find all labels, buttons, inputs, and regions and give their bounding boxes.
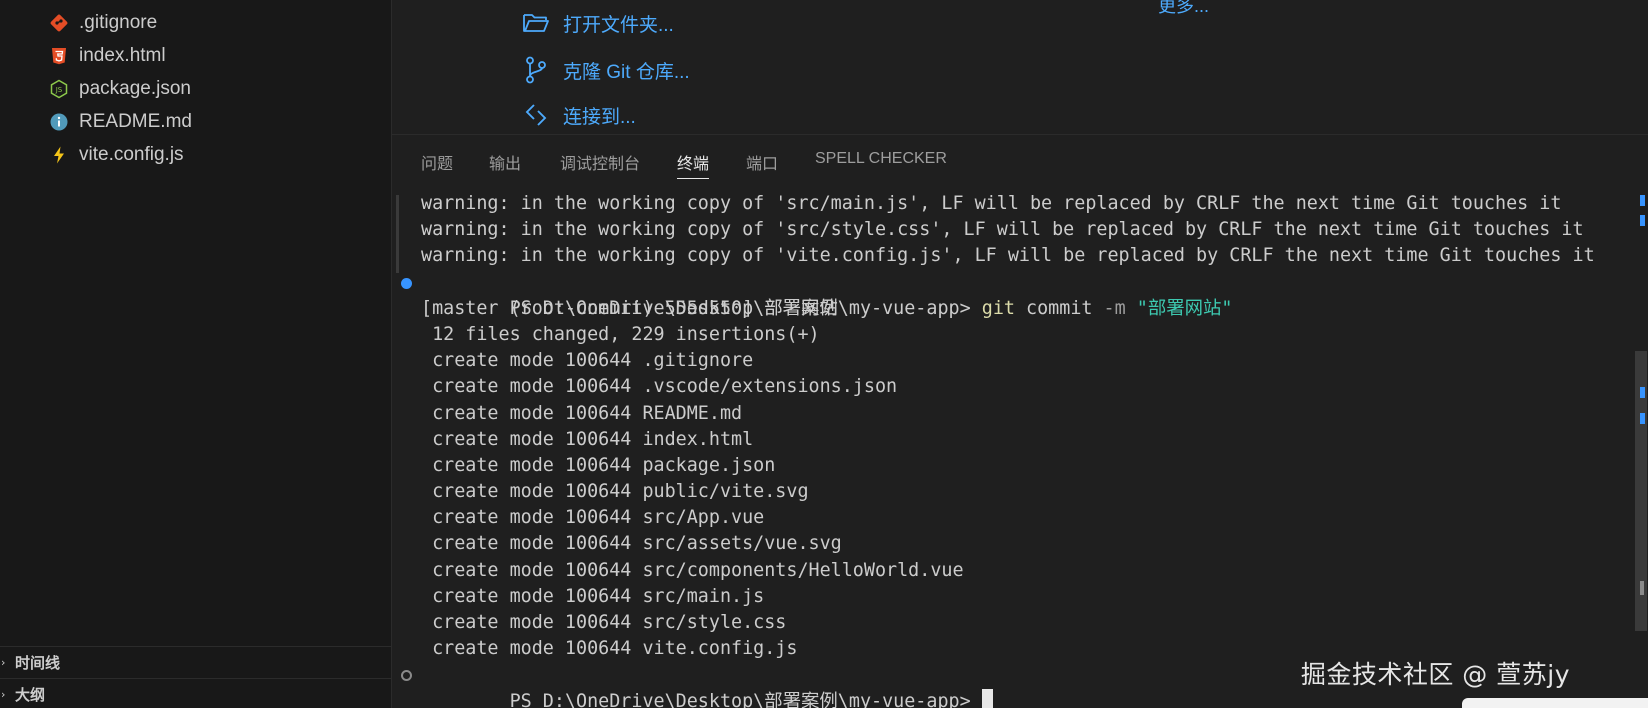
terminal-output: warning: in the working copy of 'src/mai…	[401, 191, 1611, 708]
terminal-line: 12 files changed, 229 insertions(+)	[421, 323, 820, 345]
git-diamond-icon	[48, 12, 70, 34]
file-item-vite-config[interactable]: vite.config.js	[0, 138, 391, 171]
explorer-sidebar: .gitignore index.html JS package.json RE…	[0, 0, 392, 708]
tab-debug-console[interactable]: 调试控制台	[560, 150, 640, 178]
clone-repo-label: 克隆 Git 仓库...	[563, 61, 690, 83]
file-name: .gitignore	[79, 11, 158, 33]
svg-text:JS: JS	[55, 86, 63, 94]
lightning-icon	[48, 144, 70, 166]
terminal-cursor	[981, 688, 993, 708]
file-item-package-json[interactable]: JS package.json	[0, 72, 391, 105]
terminal-line: create mode 100644 src/App.vue	[421, 507, 765, 529]
chevron-right-icon: ›	[1, 656, 6, 669]
open-folder-label: 打开文件夹...	[563, 14, 674, 36]
open-folder-action[interactable]: 打开文件夹...	[521, 8, 674, 38]
terminal-line: warning: in the working copy of 'vite.co…	[421, 245, 1595, 267]
terminal-line: create mode 100644 src/assets/vue.svg	[421, 533, 842, 555]
terminal-line: create mode 100644 README.md	[421, 402, 743, 424]
terminal-line: create mode 100644 .gitignore	[421, 350, 754, 372]
command-success-dot[interactable]	[401, 277, 412, 289]
welcome-page: 更多... 打开文件夹... 克隆 Git 仓库... 连接到...	[392, 0, 1648, 134]
file-name: README.md	[79, 110, 192, 132]
html5-icon	[48, 45, 70, 67]
command-pending-dot[interactable]	[401, 670, 412, 682]
terminal-line: create mode 100644 index.html	[421, 428, 754, 450]
terminal-line: create mode 100644 src/style.css	[421, 612, 787, 633]
scrollbar-marker	[1640, 413, 1645, 424]
scrollbar-marker	[1640, 215, 1645, 226]
connect-to-action[interactable]: 连接到...	[521, 100, 636, 130]
terminal-line: create mode 100644 .vscode/extensions.js…	[421, 376, 898, 398]
watermark-badge	[1462, 698, 1648, 708]
file-item-gitignore[interactable]: .gitignore	[0, 6, 391, 39]
terminal-line: create mode 100644 package.json	[421, 454, 776, 476]
clone-repo-action[interactable]: 克隆 Git 仓库...	[521, 55, 690, 85]
terminal-line: warning: in the working copy of 'src/sty…	[421, 219, 1584, 241]
source-control-icon	[521, 55, 551, 85]
terminal-prompt: PS D:\OneDrive\Desktop\部署案例\my-vue-app>	[509, 690, 982, 708]
terminal-line: warning: in the working copy of 'src/mai…	[421, 193, 1562, 214]
terminal-line: create mode 100644 src/main.js	[421, 585, 765, 607]
section-title: 时间线	[15, 654, 61, 672]
terminal-scrollbar[interactable]	[1634, 191, 1648, 708]
watermark: 掘金技术社区 @ 萱苏jy	[1300, 660, 1570, 689]
terminal-line: create mode 100644 src/components/HelloW…	[421, 559, 964, 581]
timeline-section-header[interactable]: › 时间线	[0, 646, 391, 678]
nodejs-icon: JS	[48, 78, 70, 100]
info-circle-icon	[48, 111, 70, 133]
connect-to-label: 连接到...	[563, 106, 636, 128]
remote-connect-icon	[521, 100, 551, 130]
chevron-right-icon: ›	[1, 688, 6, 701]
scrollbar-marker	[1640, 581, 1644, 595]
section-title: 大纲	[15, 686, 46, 704]
tab-terminal[interactable]: 终端	[677, 150, 710, 179]
terminal-line: create mode 100644 public/vite.svg	[421, 481, 809, 503]
terminal[interactable]: warning: in the working copy of 'src/mai…	[392, 191, 1648, 708]
tab-spell-checker[interactable]: SPELL CHECKER	[815, 150, 947, 172]
tab-output[interactable]: 输出	[489, 150, 521, 178]
tab-problems[interactable]: 问题	[421, 150, 453, 178]
terminal-line: [master (root-commit) 555d550] 部署网站	[421, 297, 838, 319]
folder-open-icon	[521, 8, 551, 38]
file-name: vite.config.js	[79, 143, 184, 165]
file-item-index-html[interactable]: index.html	[0, 39, 391, 72]
more-link[interactable]: 更多...	[1158, 0, 1209, 18]
file-tree: .gitignore index.html JS package.json RE…	[0, 6, 391, 171]
file-name: package.json	[79, 77, 191, 99]
bottom-panel: 问题 输出 调试控制台 终端 端口 SPELL CHECKER warning:…	[392, 134, 1648, 708]
tab-ports[interactable]: 端口	[746, 150, 778, 178]
panel-tab-bar: 问题 输出 调试控制台 终端 端口 SPELL CHECKER	[392, 135, 1648, 187]
outline-section-header[interactable]: › 大纲	[0, 678, 391, 708]
terminal-overview-gutter	[396, 195, 399, 273]
scrollbar-marker	[1640, 195, 1645, 206]
file-name: index.html	[79, 44, 166, 66]
terminal-command-line: PS D:\OneDrive\Desktop\部署案例\my-vue-app> …	[401, 270, 1611, 319]
file-item-readme[interactable]: README.md	[0, 105, 391, 138]
scrollbar-marker	[1640, 387, 1645, 398]
